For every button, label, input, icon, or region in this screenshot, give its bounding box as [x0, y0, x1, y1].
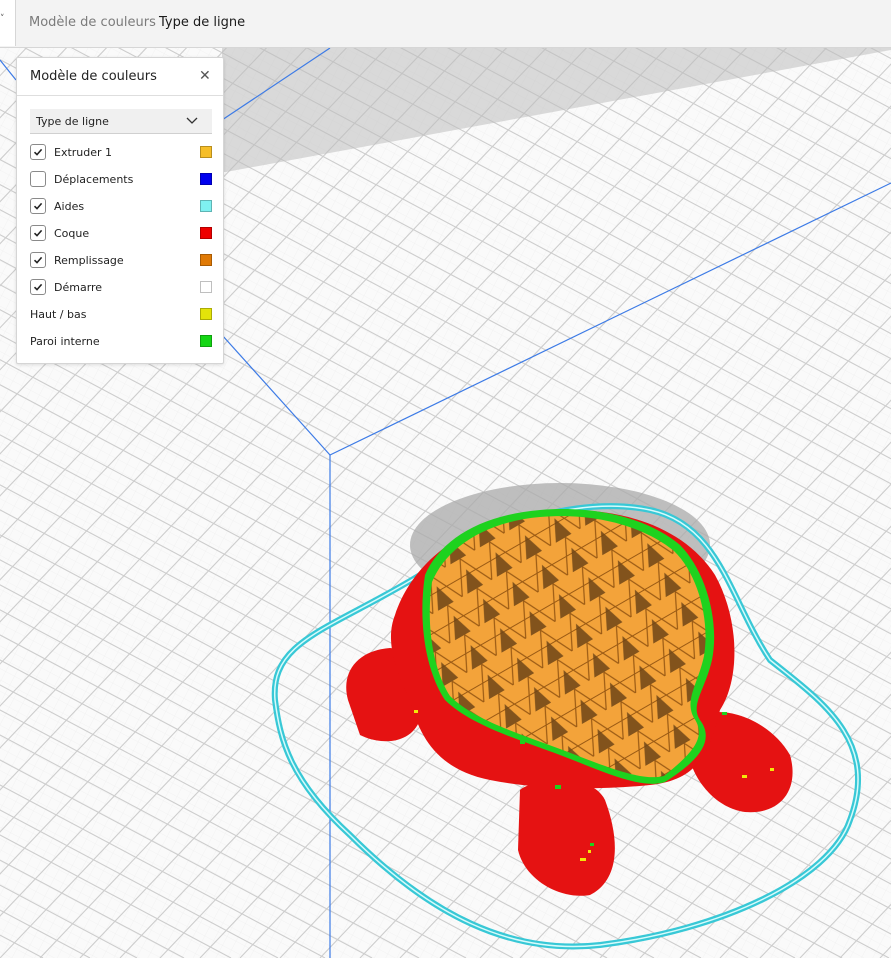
color-swatch	[200, 146, 212, 158]
line-type-dropdown[interactable]: Type de ligne	[30, 109, 212, 134]
legend-row-helpers[interactable]: Aides	[30, 198, 212, 216]
legend-row-inner-wall: Paroi interne	[30, 333, 212, 351]
checkmark-icon	[33, 229, 43, 237]
checkmark-icon	[33, 256, 43, 264]
breadcrumb-color-scheme[interactable]: Modèle de couleurs	[29, 15, 156, 30]
chevron-down-icon	[186, 117, 198, 124]
color-swatch	[200, 200, 212, 212]
checkmark-icon	[33, 283, 43, 291]
color-swatch	[200, 335, 212, 347]
top-toolbar: ˅ Modèle de couleurs Type de ligne	[0, 0, 891, 48]
dropdown-selected-value: Type de ligne	[36, 115, 109, 128]
close-icon[interactable]: ✕	[199, 69, 211, 83]
panel-title: Modèle de couleurs	[30, 69, 157, 84]
color-swatch	[200, 254, 212, 266]
checkbox-helpers[interactable]	[30, 198, 46, 214]
chevron-down-icon: ˅	[0, 14, 5, 24]
checkbox-extruder-1[interactable]	[30, 144, 46, 160]
checkmark-icon	[33, 202, 43, 210]
color-swatch	[200, 227, 212, 239]
legend-row-travels[interactable]: Déplacements	[30, 171, 212, 189]
legend-label: Aides	[54, 200, 85, 213]
legend-row-top-bottom: Haut / bas	[30, 306, 212, 324]
checkbox-travels[interactable]	[30, 171, 46, 187]
legend-label: Déplacements	[54, 173, 134, 186]
color-swatch	[200, 281, 212, 293]
legend-label: Coque	[54, 227, 90, 240]
legend-row-shell[interactable]: Coque	[30, 225, 212, 243]
legend-label: Haut / bas	[30, 308, 87, 321]
legend-label: Démarre	[54, 281, 103, 294]
color-scheme-panel: Modèle de couleurs ✕ Type de ligne Extru…	[16, 57, 224, 364]
breadcrumb-line-type[interactable]: Type de ligne	[159, 15, 245, 30]
color-swatch	[200, 173, 212, 185]
legend-row-infill[interactable]: Remplissage	[30, 252, 212, 270]
legend-label: Paroi interne	[30, 335, 100, 348]
checkbox-shell[interactable]	[30, 225, 46, 241]
panel-divider	[17, 95, 223, 96]
toolbar-stub[interactable]: ˅	[0, 0, 16, 46]
legend-label: Remplissage	[54, 254, 124, 267]
legend-label: Extruder 1	[54, 146, 113, 159]
legend-row-extruder-1[interactable]: Extruder 1	[30, 144, 212, 162]
checkbox-starts[interactable]	[30, 279, 46, 295]
color-swatch	[200, 308, 212, 320]
legend-row-starts[interactable]: Démarre	[30, 279, 212, 297]
checkmark-icon	[33, 148, 43, 156]
checkbox-infill[interactable]	[30, 252, 46, 268]
